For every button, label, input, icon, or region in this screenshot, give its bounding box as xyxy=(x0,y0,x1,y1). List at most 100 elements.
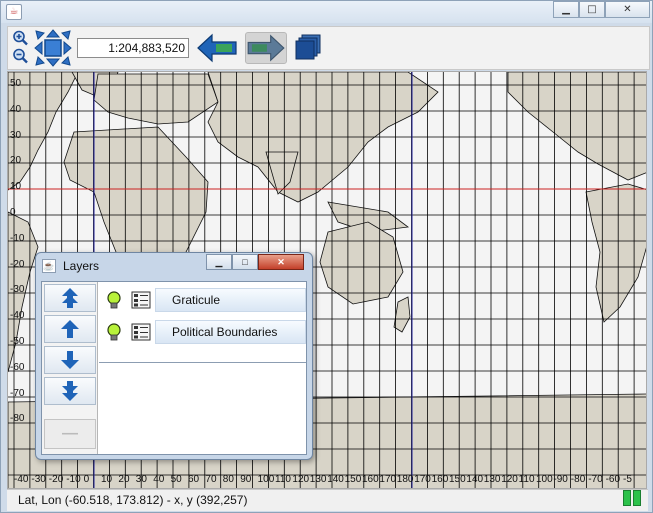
longitude-label: 110 xyxy=(518,474,535,485)
minimize-button[interactable]: ▁ xyxy=(553,1,579,18)
zoom-in-icon[interactable] xyxy=(12,30,30,46)
latitude-label: 0 xyxy=(10,207,16,218)
longitude-label: -60 xyxy=(605,474,621,485)
new-zealand-land xyxy=(393,296,411,333)
longitude-label: 170 xyxy=(414,474,431,485)
layer-order-buttons: — xyxy=(42,282,98,454)
double-down-arrow-icon xyxy=(62,381,78,401)
lightbulb-on-icon[interactable] xyxy=(105,322,123,342)
move-down-button[interactable] xyxy=(44,346,96,374)
latitude-label: 50 xyxy=(10,78,22,89)
longitude-label: -30 xyxy=(31,474,46,485)
longitude-label: 150 xyxy=(449,474,466,485)
americas-east-land xyxy=(507,72,646,181)
longitude-label: 120 xyxy=(501,474,518,485)
main-window: ☕ ▁ □ ✕ 1:204,883,520 50 40 30 20 10 0 -… xyxy=(0,0,653,513)
status-bar: Lat, Lon (-60.518, 173.812) - x, y (392,… xyxy=(7,489,648,511)
latitude-label: -40 xyxy=(10,310,25,322)
australia-land xyxy=(319,221,404,305)
zoom-extent-icon[interactable] xyxy=(34,29,72,67)
longitude-label: 50 xyxy=(170,474,182,485)
layers-maximize-button[interactable]: □ xyxy=(232,254,258,270)
latitude-label: 10 xyxy=(10,181,22,193)
longitude-label: 30 xyxy=(135,474,147,485)
longitude-label: 170 xyxy=(379,474,397,485)
forward-icon[interactable] xyxy=(245,32,287,64)
longitude-label: -70 xyxy=(588,474,603,485)
longitude-label: 110 xyxy=(275,474,291,485)
layer-label-graticule[interactable]: Graticule xyxy=(155,288,306,312)
latitude-label: -20 xyxy=(10,258,25,270)
layers-list-divider xyxy=(99,362,306,363)
scale-input[interactable]: 1:204,883,520 xyxy=(77,38,189,58)
longitude-label: 130 xyxy=(309,474,327,485)
latitude-label: 30 xyxy=(10,129,22,141)
layer-style-icon[interactable] xyxy=(131,323,151,341)
latitude-label: -80 xyxy=(10,413,25,425)
layers-list: Graticule Political Boundaries xyxy=(99,282,306,454)
longitude-label: 60 xyxy=(188,474,200,485)
toolbar: 1:204,883,520 xyxy=(7,26,650,70)
move-up-button[interactable] xyxy=(44,315,96,343)
layer-label-political-boundaries[interactable]: Political Boundaries xyxy=(155,320,306,344)
status-indicator-icon xyxy=(623,490,645,508)
longitude-label: 120 xyxy=(292,474,310,485)
latitude-label: -70 xyxy=(10,387,25,399)
longitude-label: -80 xyxy=(570,474,586,485)
longitude-label: -90 xyxy=(553,474,568,485)
longitude-label: 70 xyxy=(205,474,217,485)
layer-row-graticule[interactable]: Graticule xyxy=(99,286,306,314)
longitude-label: 20 xyxy=(118,474,130,485)
longitude-label: 130 xyxy=(483,474,501,485)
latitude-label: 20 xyxy=(10,155,22,167)
back-icon[interactable] xyxy=(196,32,238,64)
layers-window-controls: ▁ □ ✕ xyxy=(206,254,304,270)
java-app-icon: ☕ xyxy=(42,259,56,273)
longitude-label: -5 xyxy=(623,474,632,485)
europe-land xyxy=(93,73,219,125)
longitude-label: 150 xyxy=(344,474,362,485)
remove-icon: — xyxy=(62,425,78,442)
south-america-east-land xyxy=(585,183,646,323)
longitude-label: 180 xyxy=(396,474,414,485)
move-to-bottom-button[interactable] xyxy=(44,377,96,405)
layers-close-button[interactable]: ✕ xyxy=(258,254,304,270)
longitude-label: -40 xyxy=(14,474,29,485)
longitude-label: -10 xyxy=(66,474,81,485)
move-to-top-button[interactable] xyxy=(44,284,96,312)
layer-style-icon[interactable] xyxy=(131,291,151,309)
latitude-label: -60 xyxy=(10,361,25,373)
longitude-label: 80 xyxy=(222,474,234,485)
longitude-label: 160 xyxy=(431,474,449,485)
layers-window: ☕ Layers ▁ □ ✕ — Graticule Political Bou… xyxy=(35,252,313,460)
latitude-label: -50 xyxy=(10,336,25,347)
java-app-icon: ☕ xyxy=(6,4,22,20)
longitude-label: 160 xyxy=(362,474,379,485)
longitude-label: 90 xyxy=(240,474,252,485)
close-button[interactable]: ✕ xyxy=(605,1,650,18)
double-up-arrow-icon xyxy=(62,288,78,308)
layers-panel: — Graticule Political Boundaries xyxy=(41,281,307,455)
maximize-button[interactable]: □ xyxy=(579,1,605,18)
longitude-label: 140 xyxy=(466,474,484,485)
zoom-out-icon[interactable] xyxy=(12,48,30,64)
longitude-label: 0 xyxy=(83,474,90,485)
layers-icon[interactable] xyxy=(293,33,323,63)
lightbulb-on-icon[interactable] xyxy=(105,290,123,310)
longitude-label: 40 xyxy=(153,474,165,485)
longitude-label: 100 xyxy=(257,474,275,485)
layer-row-political-boundaries[interactable]: Political Boundaries xyxy=(99,318,306,346)
layers-title-bar[interactable]: ☕ Layers ▁ □ ✕ xyxy=(36,253,312,279)
longitude-label: 10 xyxy=(101,474,113,485)
up-arrow-icon xyxy=(61,320,79,338)
title-bar: ☕ ▁ □ ✕ xyxy=(1,1,652,23)
remove-layer-button[interactable]: — xyxy=(44,419,96,449)
latitude-label: 40 xyxy=(10,103,22,115)
latitude-label: -30 xyxy=(10,284,25,296)
layers-minimize-button[interactable]: ▁ xyxy=(206,254,232,270)
longitude-label: -20 xyxy=(48,474,64,485)
layers-title: Layers xyxy=(63,259,100,273)
down-arrow-icon xyxy=(61,351,79,369)
latitude-label: -10 xyxy=(10,232,25,244)
window-controls: ▁ □ ✕ xyxy=(553,1,650,19)
